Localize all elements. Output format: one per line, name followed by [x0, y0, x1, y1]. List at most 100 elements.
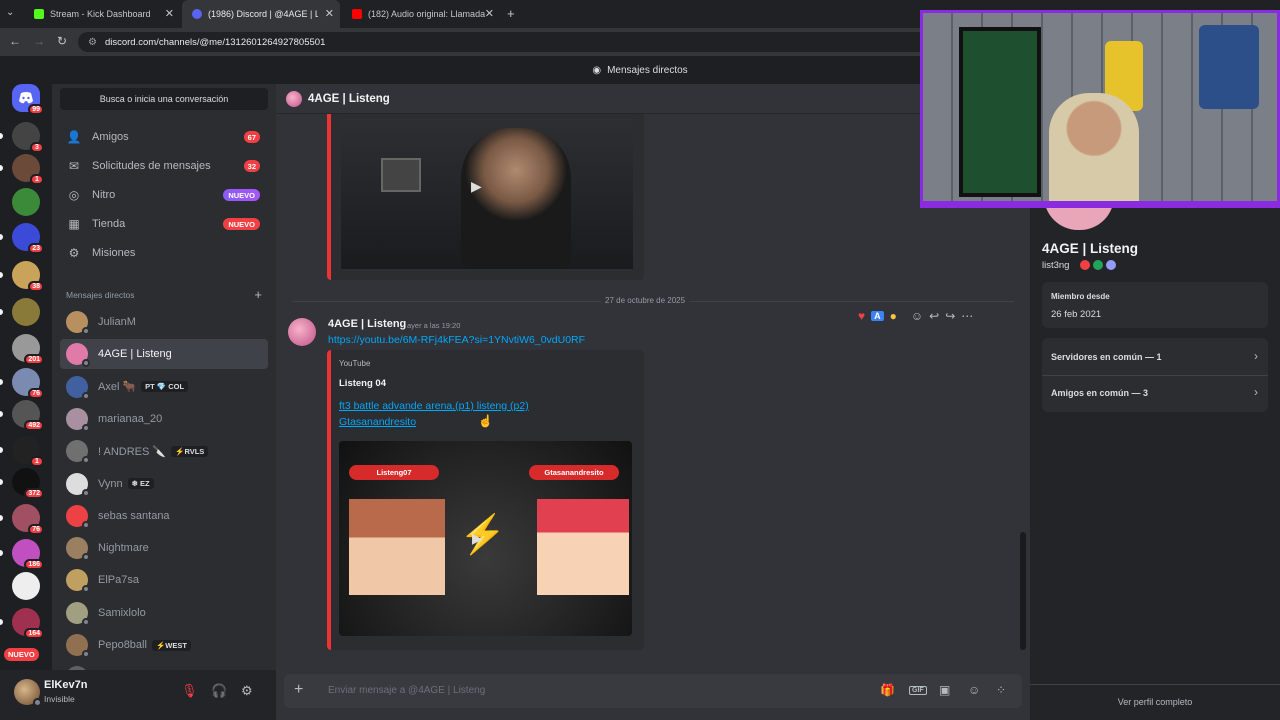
view-full-profile[interactable]: Ver perfil completo — [1030, 697, 1280, 707]
nav-quests[interactable]: ⚙ Misiones — [60, 240, 268, 266]
play-icon[interactable]: ▶ — [472, 530, 483, 547]
server-icon[interactable]: 201 — [12, 334, 44, 365]
embed-thumbnail[interactable]: Listeng07 Gtasanandresito ⚡ ▶ — [339, 441, 632, 636]
message-composer[interactable]: + Enviar mensaje a @4AGE | Listeng 🎁 GIF… — [284, 674, 1022, 708]
author-avatar[interactable] — [288, 318, 316, 346]
add-reaction-icon[interactable]: ☺ — [911, 309, 923, 323]
emoji-icon[interactable]: ☺ — [968, 683, 980, 697]
heart-reaction-icon[interactable]: ♥ — [858, 309, 865, 323]
dm-sidebar: Busca o inicia una conversación 👤 Amigos… — [52, 84, 276, 670]
message-author[interactable]: 4AGE | Listeng — [328, 318, 406, 330]
mutual-friends[interactable]: Amigos en común — 3 — [1051, 388, 1148, 398]
dm-item[interactable]: Nightmare — [60, 533, 268, 563]
dm-item[interactable]: 4AGE | Listeng — [60, 339, 268, 370]
apps-icon[interactable]: ⁘ — [996, 683, 1006, 697]
embed-author[interactable]: Listeng 04 — [339, 378, 386, 389]
dm-item[interactable]: Samixlolo — [60, 598, 268, 628]
gift-icon[interactable]: 🎁 — [880, 683, 895, 697]
nav-shop[interactable]: ▦ Tienda NUEVO — [60, 211, 268, 237]
badge-icon[interactable] — [1106, 260, 1116, 270]
reply-icon[interactable]: ↩ — [929, 309, 939, 323]
chevron-right-icon[interactable]: › — [1254, 349, 1258, 363]
server-icon[interactable] — [12, 572, 40, 600]
tab-search-icon[interactable]: ⌄ — [6, 7, 14, 18]
back-icon[interactable]: ← — [9, 34, 21, 48]
reload-icon[interactable]: ↻ — [57, 34, 67, 48]
new-badge: NUEVO — [223, 189, 260, 201]
attach-plus-icon[interactable]: + — [294, 681, 303, 699]
badge-icon[interactable] — [1080, 260, 1090, 270]
dm-item[interactable]: CONTENIDO — [60, 662, 268, 670]
server-badge: 164 — [24, 628, 44, 639]
mouse-cursor-icon: ☝ — [478, 414, 493, 428]
embed-title[interactable]: ft3 battle advande arena,(p1) listeng (p… — [339, 400, 529, 412]
badge-icon[interactable] — [1093, 260, 1103, 270]
dm-avatar — [66, 601, 90, 626]
forward-icon[interactable]: ↪ — [945, 309, 955, 323]
dm-item[interactable]: Vynn ❄ EZ — [60, 469, 268, 499]
nav-friends[interactable]: 👤 Amigos 67 — [60, 124, 268, 150]
close-icon[interactable]: ✕ — [165, 7, 174, 20]
dm-item[interactable]: Pepo8ball ⚡WEST — [60, 630, 268, 660]
letter-a-reaction-icon[interactable]: A — [871, 311, 884, 321]
more-options-icon[interactable]: ⋯ — [961, 309, 973, 323]
server-icon[interactable]: 23 — [12, 223, 44, 254]
server-icon[interactable]: 372 — [12, 468, 44, 499]
tab-discord[interactable]: (1986) Discord | @4AGE | Listen ✕ — [182, 0, 340, 28]
dm-item[interactable]: marianaa_20 — [60, 404, 268, 434]
tab-kick[interactable]: Stream - Kick Dashboard ✕ — [24, 0, 180, 28]
server-icon[interactable]: 1 — [12, 154, 44, 185]
nav-message-requests[interactable]: ✉ Solicitudes de mensajes 32 — [60, 153, 268, 179]
close-icon[interactable]: ✕ — [325, 7, 334, 20]
dm-item[interactable]: ElPa7sa — [60, 565, 268, 595]
person-shape — [461, 128, 571, 269]
home-button[interactable]: 99 — [12, 84, 44, 115]
clan-tag: ⚡WEST — [151, 639, 191, 651]
embed-provider[interactable]: YouTube — [339, 359, 370, 368]
dm-item[interactable]: sebas santana — [60, 501, 268, 531]
close-icon[interactable]: ✕ — [485, 7, 494, 20]
tab-youtube[interactable]: (182) Audio original: Llamada d ✕ — [342, 0, 500, 28]
dm-avatar — [66, 311, 90, 335]
server-icon[interactable] — [12, 298, 40, 326]
new-tab-button[interactable]: + — [507, 6, 515, 21]
server-icon[interactable] — [12, 188, 40, 216]
search-conversation-button[interactable]: Busca o inicia una conversación — [60, 88, 268, 110]
nav-nitro[interactable]: ◎ Nitro NUEVO — [60, 182, 268, 208]
server-badge: 1 — [30, 456, 44, 467]
site-info-icon[interactable]: ⚙ — [88, 37, 97, 48]
dm-item[interactable]: ! ANDRES 🔪 ⚡RVLS — [60, 436, 268, 466]
surprised-reaction-icon[interactable]: ● — [890, 309, 897, 323]
server-icon[interactable]: 38 — [12, 261, 44, 292]
chat-scrollbar[interactable] — [1020, 532, 1026, 650]
play-icon[interactable]: ▶ — [471, 178, 482, 195]
video-thumbnail[interactable]: ▶ — [341, 118, 633, 269]
chevron-right-icon[interactable]: › — [1254, 385, 1258, 399]
server-icon[interactable]: 492 — [12, 400, 44, 431]
create-dm-plus-icon[interactable]: + — [254, 287, 262, 302]
settings-gear-icon[interactable]: ⚙ — [241, 683, 253, 699]
dm-item[interactable]: JulianM — [60, 307, 268, 337]
dm-name: JulianM — [98, 316, 136, 328]
status-dot — [82, 423, 90, 432]
address-bar[interactable]: ⚙ discord.com/channels/@me/1312601264927… — [78, 32, 928, 52]
gif-icon[interactable]: GIF — [909, 686, 927, 695]
message-link[interactable]: https://youtu.be/6M-RFj4kFEA?si=1YNvtiW6… — [328, 334, 585, 346]
mic-muted-icon[interactable]: 🎙 — [181, 683, 198, 699]
mutual-servers[interactable]: Servidores en común — 1 — [1051, 352, 1162, 362]
sticker-icon[interactable]: ▣ — [939, 683, 950, 697]
new-badge: NUEVO — [223, 218, 260, 230]
server-icon[interactable]: 76 — [12, 504, 44, 535]
forward-icon[interactable]: → — [33, 34, 45, 48]
headphones-icon[interactable]: 🎧 — [211, 683, 227, 699]
dm-item[interactable]: Axel 🐂 PT 💎 COL — [60, 372, 268, 402]
embed-title-line2[interactable]: Gtasanandresito — [339, 416, 416, 428]
server-icon[interactable]: 76 — [12, 368, 44, 399]
server-icon[interactable]: 164 — [12, 608, 44, 639]
server-icon[interactable]: 186 — [12, 539, 44, 570]
dm-name: marianaa_20 — [98, 412, 163, 425]
clan-tag: ⚡RVLS — [171, 445, 209, 457]
server-icon[interactable]: 1 — [12, 436, 44, 467]
profile-username: list3ng — [1042, 260, 1070, 271]
server-icon[interactable]: 3 — [12, 122, 44, 153]
